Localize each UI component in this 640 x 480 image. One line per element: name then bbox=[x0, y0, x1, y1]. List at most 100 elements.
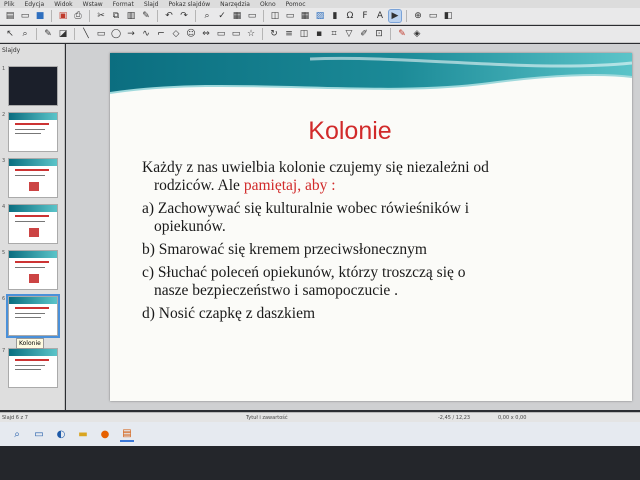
slide-thumbnail-row[interactable]: 2 bbox=[0, 110, 60, 154]
slide-title[interactable]: Kolonie bbox=[110, 117, 590, 146]
image-icon[interactable]: ▨ bbox=[314, 10, 326, 22]
intro-highlight: pamiętaj, aby : bbox=[243, 177, 336, 194]
start-show-icon[interactable]: ▶ bbox=[388, 9, 402, 23]
save-icon[interactable]: ■ bbox=[34, 10, 46, 22]
slide-thumbnail-row[interactable]: 1 bbox=[0, 64, 60, 108]
text-box-icon[interactable]: A bbox=[374, 10, 386, 22]
new-slide-icon[interactable]: ▭ bbox=[284, 10, 296, 22]
crop-icon[interactable]: ⌗ bbox=[328, 28, 340, 40]
slide-thumbnail[interactable] bbox=[8, 348, 58, 388]
drawing-toolbar: ↖ ⌕ ✎ ◪ ╲ ▭ ◯ → ∿ ⌐ ◇ ☺ ⇔ ▭ ▭ ☆ ↻ ≡ ◫ ▪ … bbox=[0, 26, 640, 43]
display-views-icon[interactable]: ▭ bbox=[246, 10, 258, 22]
menu-window[interactable]: Okno bbox=[260, 1, 276, 8]
menu-tools[interactable]: Narzędzia bbox=[220, 1, 250, 8]
list-item-line-1: d) Nosić czapkę z daszkiem bbox=[142, 305, 316, 322]
comment-icon[interactable]: ▭ bbox=[427, 10, 439, 22]
align-icon[interactable]: ≡ bbox=[283, 28, 295, 40]
cursor-position: -2,45 / 12,23 bbox=[438, 415, 471, 421]
impress-icon[interactable]: ▤ bbox=[120, 426, 134, 442]
slide-thumbnail-selected[interactable] bbox=[6, 294, 60, 338]
slide-thumbnail[interactable] bbox=[8, 158, 58, 198]
slide-number: 6 bbox=[2, 296, 6, 302]
callouts-icon[interactable]: ▭ bbox=[230, 28, 242, 40]
firefox-icon[interactable]: ● bbox=[98, 427, 112, 441]
arrow-icon[interactable]: → bbox=[125, 28, 137, 40]
toolbar-separator bbox=[406, 10, 407, 22]
open-icon[interactable]: ▭ bbox=[19, 10, 31, 22]
menu-slide[interactable]: Slajd bbox=[144, 1, 159, 8]
slide-thumbnail[interactable] bbox=[8, 250, 58, 290]
object-size: 0,00 x 0,00 bbox=[498, 415, 527, 421]
rotate-icon[interactable]: ↻ bbox=[268, 28, 280, 40]
menu-format[interactable]: Format bbox=[113, 1, 134, 8]
select-icon[interactable]: ↖ bbox=[4, 28, 16, 40]
basic-shapes-icon[interactable]: ◇ bbox=[170, 28, 182, 40]
filter-icon[interactable]: ▽ bbox=[343, 28, 355, 40]
fontwork-icon[interactable]: F bbox=[359, 10, 371, 22]
slide-thumbnail[interactable] bbox=[8, 66, 58, 106]
ellipse-icon[interactable]: ◯ bbox=[110, 28, 122, 40]
paste-icon[interactable]: ▥ bbox=[125, 10, 137, 22]
find-replace-icon[interactable]: ⌕ bbox=[201, 10, 213, 22]
line-color-icon[interactable]: ✎ bbox=[42, 28, 54, 40]
file-explorer-icon[interactable]: ▬ bbox=[76, 427, 90, 441]
slide-thumbnail[interactable] bbox=[8, 112, 58, 152]
slide-counter: Slajd 6 z 7 bbox=[2, 415, 28, 421]
slide-thumbnail-row[interactable]: 6 bbox=[0, 294, 60, 338]
menu-insert[interactable]: Wstaw bbox=[83, 1, 103, 8]
master-slide-icon[interactable]: ◫ bbox=[269, 10, 281, 22]
block-arrows-icon[interactable]: ⇔ bbox=[200, 28, 212, 40]
slide-number: 2 bbox=[2, 112, 6, 118]
points-icon[interactable]: ✐ bbox=[358, 28, 370, 40]
new-icon[interactable]: ▤ bbox=[4, 10, 16, 22]
3d-effects-icon[interactable]: ◈ bbox=[411, 28, 423, 40]
sidebar-toggle-icon[interactable]: ◧ bbox=[442, 10, 454, 22]
arrange-icon[interactable]: ◫ bbox=[298, 28, 310, 40]
spelling-icon[interactable]: ✓ bbox=[216, 10, 228, 22]
slide-thumbnail[interactable] bbox=[8, 204, 58, 244]
list-item-line-2: opiekunów. bbox=[154, 218, 226, 235]
shadow-icon[interactable]: ▪ bbox=[313, 28, 325, 40]
slide-thumbnail-row[interactable]: 3 bbox=[0, 156, 60, 200]
task-view-icon[interactable]: ▭ bbox=[32, 427, 46, 441]
special-character-icon[interactable]: Ω bbox=[344, 10, 356, 22]
export-pdf-icon[interactable]: ▣ bbox=[57, 10, 69, 22]
undo-icon[interactable]: ↶ bbox=[163, 10, 175, 22]
line-icon[interactable]: ╲ bbox=[80, 28, 92, 40]
search-icon[interactable]: ⌕ bbox=[10, 427, 24, 441]
cut-icon[interactable]: ✂ bbox=[95, 10, 107, 22]
redo-icon[interactable]: ↷ bbox=[178, 10, 190, 22]
slide-thumbnail-row[interactable]: 4 bbox=[0, 202, 60, 246]
grid-icon[interactable]: ▦ bbox=[231, 10, 243, 22]
current-slide[interactable]: Kolonie Każdy z nas uwielbia kolonie czu… bbox=[110, 53, 632, 401]
slide-canvas[interactable]: Kolonie Każdy z nas uwielbia kolonie czu… bbox=[66, 44, 640, 410]
chart-icon[interactable]: ▮ bbox=[329, 10, 341, 22]
flowchart-icon[interactable]: ▭ bbox=[215, 28, 227, 40]
slide-content-box[interactable]: Każdy z nas uwielbia kolonie czujemy się… bbox=[142, 159, 582, 328]
menu-edit[interactable]: Edycja bbox=[24, 1, 44, 8]
clone-icon[interactable]: ✎ bbox=[140, 10, 152, 22]
slide-thumbnail-row[interactable]: 7 bbox=[0, 346, 60, 390]
rectangle-icon[interactable]: ▭ bbox=[95, 28, 107, 40]
slide-number: 1 bbox=[2, 66, 6, 72]
curve-icon[interactable]: ∿ bbox=[140, 28, 152, 40]
menu-help[interactable]: Pomoc bbox=[286, 1, 306, 8]
zoom-icon[interactable]: ⌕ bbox=[19, 28, 31, 40]
fill-color-icon[interactable]: ◪ bbox=[57, 28, 69, 40]
toggle-extrusion-icon[interactable]: ✎ bbox=[396, 28, 408, 40]
edge-icon[interactable]: ◐ bbox=[54, 427, 68, 441]
menu-slideshow[interactable]: Pokaz slajdów bbox=[168, 1, 210, 8]
slide-thumbnail-row[interactable]: 5 bbox=[0, 248, 60, 292]
symbol-shapes-icon[interactable]: ☺ bbox=[185, 28, 197, 40]
print-icon[interactable]: ⎙ bbox=[72, 10, 84, 22]
table-icon[interactable]: ▦ bbox=[299, 10, 311, 22]
monitor-bezel bbox=[0, 446, 640, 480]
menu-file[interactable]: Plik bbox=[4, 1, 14, 8]
menu-view[interactable]: Widok bbox=[54, 1, 72, 8]
stars-icon[interactable]: ☆ bbox=[245, 28, 257, 40]
glue-icon[interactable]: ⊡ bbox=[373, 28, 385, 40]
connector-icon[interactable]: ⌐ bbox=[155, 28, 167, 40]
intro-text: rodziców. Ale bbox=[154, 177, 244, 194]
hyperlink-icon[interactable]: ⊕ bbox=[412, 10, 424, 22]
copy-icon[interactable]: ⧉ bbox=[110, 10, 122, 22]
